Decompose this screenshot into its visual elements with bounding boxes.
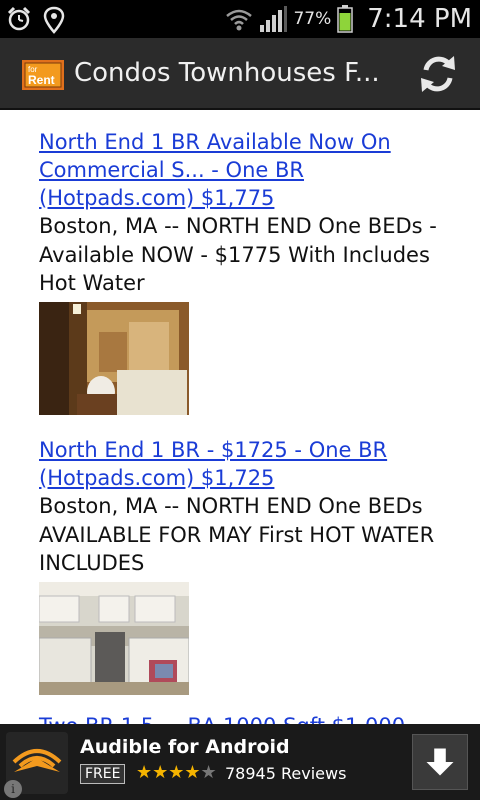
ad-stars-empty: ★: [200, 762, 217, 783]
for-rent-sign-icon[interactable]: for Rent: [22, 60, 64, 90]
ad-free-badge: FREE: [80, 764, 126, 784]
bathroom-photo[interactable]: [39, 301, 189, 415]
listing-description: Boston, MA -- NORTH END One BEDs - Avail…: [39, 214, 437, 295]
ad-banner[interactable]: Audible for Android FREE ★★★★★ 78945 Rev…: [0, 724, 480, 800]
battery-percent: 77%: [293, 9, 332, 29]
listing-description: Boston, MA -- NORTH END One BEDs AVAILAB…: [39, 494, 435, 575]
ad-stars-filled: ★★★★: [136, 762, 201, 783]
listing-item: North End 1 BR - $1725 - One BR (Hotpads…: [39, 436, 459, 695]
listing-item: North End 1 BR Available Now On Commerci…: [39, 128, 459, 415]
listing-feed[interactable]: North End 1 BR Available Now On Commerci…: [0, 110, 480, 724]
refresh-icon[interactable]: [418, 52, 458, 96]
ad-rating-stars: ★★★★★: [136, 762, 217, 783]
listing-link[interactable]: North End 1 BR Available Now On Commerci…: [39, 128, 459, 212]
info-icon[interactable]: i: [4, 780, 22, 798]
kitchen-photo[interactable]: [39, 581, 189, 695]
status-time: 7:14 PM: [367, 4, 472, 34]
location-icon: [43, 6, 65, 34]
download-arrow-icon[interactable]: [412, 734, 468, 790]
ad-title[interactable]: Audible for Android: [80, 736, 290, 758]
listing-link-partial[interactable]: Two BR 1.5 ... BA 1000 Sqft $1,000: [39, 714, 405, 724]
status-bar: 77% 7:14 PM: [0, 0, 480, 38]
battery-icon: [337, 5, 353, 33]
alarm-icon: [7, 6, 31, 31]
app-icon-text-bottom: Rent: [28, 73, 55, 87]
ad-review-count: 78945 Reviews: [225, 764, 347, 783]
wifi-icon: [226, 9, 253, 31]
signal-icon: [260, 6, 288, 32]
action-bar: for Rent Condos Townhouses F...: [0, 38, 480, 110]
page-title: Condos Townhouses F...: [74, 58, 380, 88]
listing-link[interactable]: North End 1 BR - $1725 - One BR (Hotpads…: [39, 436, 459, 492]
